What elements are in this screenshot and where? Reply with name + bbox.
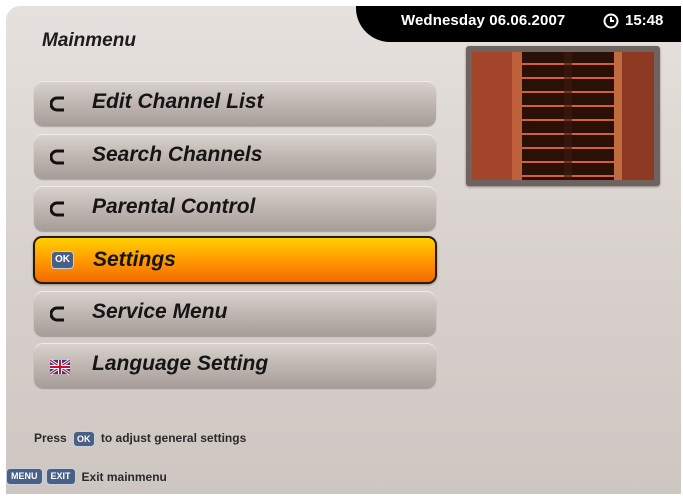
menu-item-label: Search Channels (92, 143, 263, 166)
arrow-icon (50, 306, 64, 322)
menu-item-search-channels[interactable]: Search Channels (34, 134, 436, 179)
main-menu-screen: Wednesday 06.06.2007 15:48 Mainmenu Edit… (6, 6, 681, 494)
menu-item-label: Settings (93, 248, 176, 271)
menu-item-service-menu[interactable]: Service Menu (34, 291, 436, 336)
hint-prefix: Press (34, 431, 67, 446)
exit-key-button[interactable]: EXIT (45, 468, 76, 485)
menu-item-parental-control[interactable]: Parental Control (34, 186, 436, 231)
uk-flag-icon (50, 358, 70, 376)
page-title: Mainmenu (42, 30, 136, 51)
arrow-icon (50, 201, 64, 217)
clock-icon (603, 13, 619, 29)
exit-label: Exit mainmenu (81, 469, 167, 484)
menu-item-label: Edit Channel List (92, 90, 264, 113)
ok-icon: OK (51, 251, 74, 269)
menu-item-label: Language Setting (92, 352, 269, 375)
menu-item-label: Parental Control (92, 195, 256, 218)
preview-image (472, 52, 654, 180)
arrow-icon (50, 149, 64, 165)
hint-suffix: to adjust general settings (100, 431, 247, 446)
menu-item-settings[interactable]: OK Settings (33, 236, 437, 284)
menu-key-button[interactable]: MENU (6, 468, 43, 485)
menu-item-label: Service Menu (92, 300, 228, 323)
time-label: 15:48 (625, 12, 664, 29)
arrow-icon (50, 96, 64, 112)
menu-item-language-setting[interactable]: Language Setting (34, 343, 436, 388)
video-preview (466, 46, 660, 186)
ok-key-icon: OK (73, 431, 95, 447)
date-label: Wednesday 06.06.2007 (401, 12, 566, 29)
footer-bar: MENU EXIT Exit mainmenu (6, 468, 167, 485)
hint-text: Press OK to adjust general settings (34, 431, 246, 447)
menu-item-edit-channel-list[interactable]: Edit Channel List (34, 81, 436, 126)
